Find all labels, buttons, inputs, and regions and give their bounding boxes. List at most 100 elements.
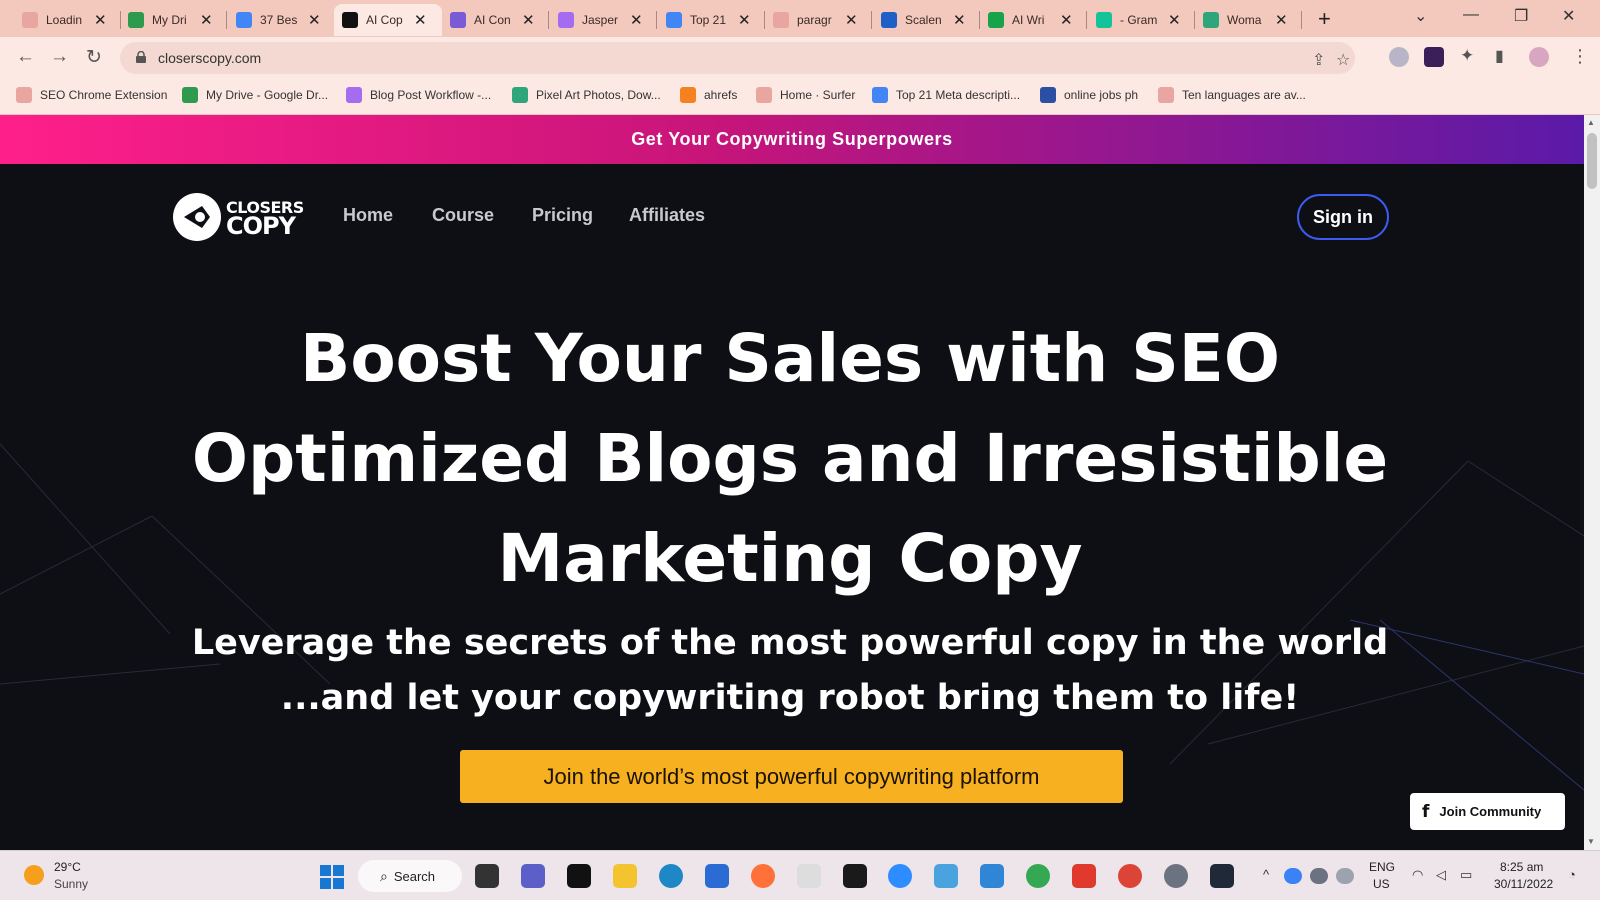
tab-close-icon[interactable]: ✕	[953, 11, 966, 29]
browser-tab[interactable]: paragr ✕	[765, 4, 869, 36]
nav-pricing[interactable]: Pricing	[532, 205, 593, 226]
weather-condition[interactable]: Sunny	[54, 877, 88, 891]
nav-home[interactable]: Home	[343, 205, 393, 226]
grammarly-extension-icon[interactable]	[1389, 47, 1409, 67]
paint-icon[interactable]	[934, 864, 958, 888]
teams-chat-icon[interactable]	[521, 864, 545, 888]
clock-date[interactable]: 30/11/2022	[1494, 877, 1553, 891]
lock-icon[interactable]	[136, 51, 146, 63]
netflix-icon[interactable]	[567, 864, 591, 888]
cloud-icon[interactable]	[1310, 868, 1328, 884]
tab-close-icon[interactable]: ✕	[738, 11, 751, 29]
page-scrollbar[interactable]: ▲ ▼	[1584, 115, 1600, 850]
tab-close-icon[interactable]: ✕	[1168, 11, 1181, 29]
keyboard-layout[interactable]: US	[1373, 877, 1390, 891]
tab-close-icon[interactable]: ✕	[200, 11, 213, 29]
puzzle-icon[interactable]: ✦	[1460, 46, 1474, 66]
chrome-icon[interactable]	[1118, 864, 1142, 888]
browser-tab[interactable]: Scalen ✕	[873, 4, 977, 36]
file-explorer-icon[interactable]	[613, 864, 637, 888]
bookmark-star-icon[interactable]: ☆	[1336, 50, 1350, 70]
browser-tab[interactable]: AI Con ✕	[442, 4, 546, 36]
browser-tab[interactable]: Jasper ✕	[550, 4, 654, 36]
browser-tab[interactable]: AI Wri ✕	[980, 4, 1084, 36]
norton-icon[interactable]	[1210, 864, 1234, 888]
promo-banner[interactable]: Get Your Copywriting Superpowers	[0, 115, 1584, 164]
scrollbar-thumb[interactable]	[1587, 133, 1597, 189]
nav-affiliates[interactable]: Affiliates	[629, 205, 705, 226]
browser-tab[interactable]: 37 Bes ✕	[228, 4, 332, 36]
url-text[interactable]: closerscopy.com	[158, 50, 261, 66]
tab-close-icon[interactable]: ✕	[1275, 11, 1288, 29]
browser-menu-icon[interactable]: ⋮	[1571, 46, 1589, 67]
sign-in-button[interactable]: Sign in	[1297, 194, 1389, 240]
scroll-up-arrow-icon[interactable]: ▲	[1587, 118, 1595, 127]
bookmark-item[interactable]: SEO Chrome Extension	[16, 87, 167, 103]
bookmark-item[interactable]: ahrefs	[680, 87, 737, 103]
tab-close-icon[interactable]: ✕	[308, 11, 321, 29]
browser-tab[interactable]: AI Cop ✕	[334, 4, 442, 36]
tray-overflow-icon[interactable]: ^	[1263, 867, 1269, 882]
address-bar[interactable]: closerscopy.com ⇪ ☆	[120, 42, 1355, 74]
battery-icon[interactable]: ▭	[1460, 867, 1472, 883]
restore-button[interactable]: ❐	[1514, 6, 1528, 26]
promo-banner-text[interactable]: Get Your Copywriting Superpowers	[631, 129, 953, 150]
forward-button[interactable]: →	[50, 46, 69, 68]
join-platform-button[interactable]: Join the world’s most powerful copywriti…	[460, 750, 1123, 803]
tab-search-icon[interactable]: ⌄	[1414, 6, 1427, 26]
volume-icon[interactable]: ◁	[1436, 867, 1446, 883]
photos-icon[interactable]	[980, 864, 1004, 888]
browser-tab[interactable]: Loadin ✕	[14, 4, 118, 36]
new-tab-button[interactable]: +	[1318, 6, 1331, 32]
tab-close-icon[interactable]: ✕	[1060, 11, 1073, 29]
wifi-icon[interactable]: ◠	[1412, 867, 1423, 883]
bookmark-item[interactable]: Blog Post Workflow -...	[346, 87, 491, 103]
notifications-icon[interactable]: ◔	[1568, 867, 1576, 882]
browser-tab[interactable]: Top 21 ✕	[658, 4, 762, 36]
sun-icon[interactable]	[24, 865, 44, 885]
language-indicator[interactable]: ENG	[1369, 860, 1395, 874]
wps-office-icon[interactable]	[1072, 864, 1096, 888]
closers-copy-logo[interactable]: CLOSERS COPY	[172, 190, 312, 246]
bookmark-item[interactable]: Ten languages are av...	[1158, 87, 1306, 103]
store-icon[interactable]	[705, 864, 729, 888]
tab-close-icon[interactable]: ✕	[630, 11, 643, 29]
browser-tab[interactable]: - Gram ✕	[1088, 4, 1192, 36]
settings-icon[interactable]	[1164, 864, 1188, 888]
dropbox-icon[interactable]	[843, 864, 867, 888]
sync-icon[interactable]	[1336, 868, 1354, 884]
browser-tab[interactable]: My Dri ✕	[120, 4, 224, 36]
bookmark-item[interactable]: Pixel Art Photos, Dow...	[512, 87, 661, 103]
weather-temperature[interactable]: 29°C	[54, 860, 81, 874]
tab-close-icon[interactable]: ✕	[522, 11, 535, 29]
tab-close-icon[interactable]: ✕	[94, 11, 107, 29]
edge-icon[interactable]	[659, 864, 683, 888]
side-panel-icon[interactable]: ▮	[1495, 46, 1504, 66]
bookmark-item[interactable]: My Drive - Google Dr...	[182, 87, 328, 103]
profile-avatar[interactable]	[1529, 47, 1549, 67]
bookmark-item[interactable]: Top 21 Meta descripti...	[872, 87, 1020, 103]
extension-icon[interactable]	[1424, 47, 1444, 67]
clock-time[interactable]: 8:25 am	[1500, 860, 1543, 874]
scroll-down-arrow-icon[interactable]: ▼	[1587, 837, 1595, 846]
onedrive-icon[interactable]	[1284, 868, 1302, 884]
firefox-icon[interactable]	[751, 864, 775, 888]
tab-close-icon[interactable]: ✕	[414, 11, 427, 29]
start-button[interactable]	[320, 865, 344, 889]
amazon-icon[interactable]	[797, 864, 821, 888]
taskbar-search[interactable]: ⌕ Search	[358, 860, 462, 892]
join-community-button[interactable]: f Join Community	[1410, 793, 1565, 830]
zoom-icon[interactable]	[888, 864, 912, 888]
reload-button[interactable]: ↻	[86, 46, 102, 69]
browser-tab[interactable]: Woma ✕	[1195, 4, 1299, 36]
share-icon[interactable]: ⇪	[1312, 50, 1325, 70]
tab-close-icon[interactable]: ✕	[845, 11, 858, 29]
back-button[interactable]: ←	[16, 46, 35, 68]
bookmark-item[interactable]: Home · Surfer	[756, 87, 855, 103]
bookmark-item[interactable]: online jobs ph	[1040, 87, 1138, 103]
nav-course[interactable]: Course	[432, 205, 494, 226]
chrome-profile-icon[interactable]	[1026, 864, 1050, 888]
minimize-button[interactable]: —	[1463, 6, 1479, 24]
task-view-icon[interactable]	[475, 864, 499, 888]
close-window-button[interactable]: ✕	[1562, 6, 1575, 26]
